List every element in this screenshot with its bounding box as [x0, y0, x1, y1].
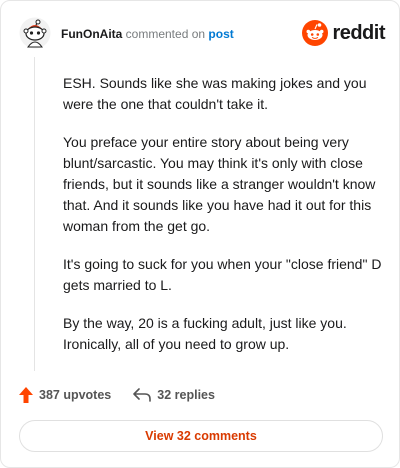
user-avatar[interactable] [19, 17, 51, 49]
post-link[interactable]: post [208, 27, 233, 41]
snoo-avatar-icon [19, 17, 51, 49]
view-comments-button[interactable]: View 32 comments [19, 420, 383, 452]
reddit-wordmark: reddit [332, 22, 385, 44]
commenter-line: FunOnAita commented on post [61, 27, 234, 41]
comment-paragraph: By the way, 20 is a fucking adult, just … [63, 315, 347, 352]
reply-arrow-icon [133, 388, 152, 402]
reply-count: 32 replies [157, 388, 215, 402]
upvote-count: 387 upvotes [39, 388, 112, 402]
reddit-logo[interactable]: reddit [302, 19, 385, 47]
reply-button[interactable]: 32 replies [133, 388, 215, 402]
comment-paragraph: ESH. Sounds like she was making jokes an… [63, 75, 367, 112]
comment-card: FunOnAita commented on post reddit ESH. … [0, 0, 400, 468]
comment-header: FunOnAita commented on post reddit [19, 15, 385, 55]
reddit-logo-icon [302, 20, 329, 46]
upvote-button[interactable]: 387 upvotes [19, 387, 111, 403]
thread-line[interactable] [34, 57, 35, 371]
comment-author[interactable]: FunOnAita [61, 27, 122, 41]
comment-body: ESH. Sounds like she was making jokes an… [63, 73, 385, 372]
comment-footer: 387 upvotes 32 replies [19, 385, 215, 405]
upvote-arrow-icon [19, 387, 33, 403]
comment-paragraph: It's going to suck for you when your "cl… [63, 256, 382, 293]
comment-paragraph: You preface your entire story about bein… [63, 134, 376, 234]
commented-on-text: commented on [125, 27, 206, 41]
